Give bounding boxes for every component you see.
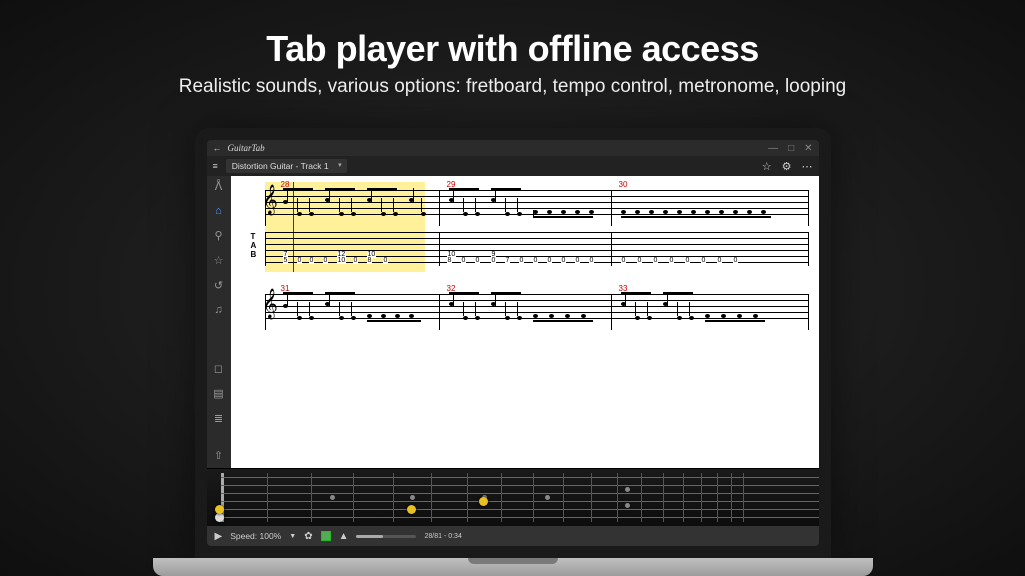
tab-fret: 0 — [461, 258, 467, 264]
tab-fret: 0 — [621, 258, 627, 264]
score-area[interactable]: 28 29 30 𝄞 — [231, 176, 819, 468]
tab-fret: 0 — [701, 258, 707, 264]
tab-label: TAB — [251, 232, 256, 259]
menu-icon[interactable]: ≡ — [213, 161, 218, 171]
tab-fret: 0 — [669, 258, 675, 264]
tab-fret: 0 — [561, 258, 567, 264]
sidebar-search-icon[interactable]: ⚲ — [214, 229, 222, 242]
sidebar-home-icon[interactable]: ⌂ — [215, 205, 222, 217]
tab-fret: 0 — [519, 258, 525, 264]
tab-fret: 0 — [323, 258, 329, 264]
tab-fret: 0 — [383, 258, 389, 264]
sidebar: ᐰ ⌂ ⚲ ☆ ↺ ♫ ◻ ▤ ≣ ⇧ — [207, 176, 231, 468]
track-selector[interactable]: Distortion Guitar - Track 1 — [226, 159, 347, 173]
minimize-icon[interactable]: — — [768, 143, 778, 154]
hero-title: Tab player with offline access — [0, 0, 1025, 70]
tab-fret: 0 — [589, 258, 595, 264]
fret-marker-active — [479, 497, 488, 506]
tab-fret: 7 — [505, 258, 511, 264]
notation — [249, 286, 809, 330]
tab-fret: 10 — [337, 258, 347, 264]
tab-fret: 0 — [353, 258, 359, 264]
tab-fret: 0 — [491, 258, 497, 264]
fretboard-toggle-icon[interactable] — [321, 531, 331, 541]
sidebar-stack-icon[interactable]: ≣ — [214, 412, 223, 425]
tab-fret: 0 — [733, 258, 739, 264]
titlebar: ← GuitarTab — □ ✕ — [207, 140, 819, 156]
maximize-icon[interactable]: □ — [788, 143, 794, 154]
app-name: GuitarTab — [228, 143, 265, 153]
tab-fret: 0 — [533, 258, 539, 264]
fretboard[interactable] — [207, 468, 819, 526]
fret-marker — [215, 513, 224, 522]
tab-fret: 8 — [447, 258, 453, 264]
tab-fret: 8 — [367, 258, 373, 264]
sidebar-person-icon[interactable]: ᐰ — [215, 180, 223, 193]
sidebar-tune-icon[interactable]: ♫ — [214, 304, 222, 316]
position-label: 28/81 - 0:34 — [424, 533, 461, 540]
tab-fret: 5 — [283, 258, 289, 264]
speed-label[interactable]: Speed: 100% — [230, 531, 281, 541]
back-icon[interactable]: ← — [213, 143, 222, 153]
tab-fret: 0 — [475, 258, 481, 264]
sidebar-library-icon[interactable]: ▤ — [213, 387, 223, 400]
tab-fret: 0 — [717, 258, 723, 264]
tab-fret: 0 — [297, 258, 303, 264]
tab-fret: 0 — [685, 258, 691, 264]
play-button[interactable]: ▶ — [215, 531, 223, 542]
sidebar-upload-icon[interactable]: ⇧ — [214, 449, 223, 462]
fret-marker-active — [215, 505, 224, 514]
app-window: ← GuitarTab — □ ✕ ≡ Distortion Guitar - … — [207, 140, 819, 546]
tab-fret: 0 — [653, 258, 659, 264]
laptop-base — [153, 558, 873, 576]
tab-fret: 0 — [637, 258, 643, 264]
fret-marker-active — [407, 505, 416, 514]
tab-fret: 0 — [309, 258, 315, 264]
star-icon[interactable]: ☆ — [762, 160, 772, 173]
more-icon[interactable]: ⋯ — [802, 160, 813, 173]
notation — [249, 182, 809, 226]
sidebar-star-icon[interactable]: ☆ — [214, 254, 224, 267]
laptop-frame: ← GuitarTab — □ ✕ ≡ Distortion Guitar - … — [195, 128, 831, 558]
tab-fret: 0 — [575, 258, 581, 264]
toolbar: ≡ Distortion Guitar - Track 1 ☆ ⚙ ⋯ — [207, 156, 819, 176]
progress-bar[interactable] — [356, 535, 416, 538]
tab-fret: 0 — [547, 258, 553, 264]
transport-bar: ▶ Speed: 100% ▼ ✿ ▲ 28/81 - 0:34 — [207, 526, 819, 546]
close-icon[interactable]: ✕ — [804, 143, 812, 154]
sidebar-history-icon[interactable]: ↺ — [214, 279, 223, 292]
settings-icon[interactable]: ✿ — [304, 531, 312, 542]
settings-icon[interactable]: ⚙ — [782, 160, 792, 173]
metronome-icon[interactable]: ▲ — [339, 531, 349, 542]
speed-chevron-icon[interactable]: ▼ — [289, 533, 296, 540]
hero-subtitle: Realistic sounds, various options: fretb… — [0, 76, 1025, 98]
sidebar-inbox-icon[interactable]: ◻ — [214, 362, 223, 375]
